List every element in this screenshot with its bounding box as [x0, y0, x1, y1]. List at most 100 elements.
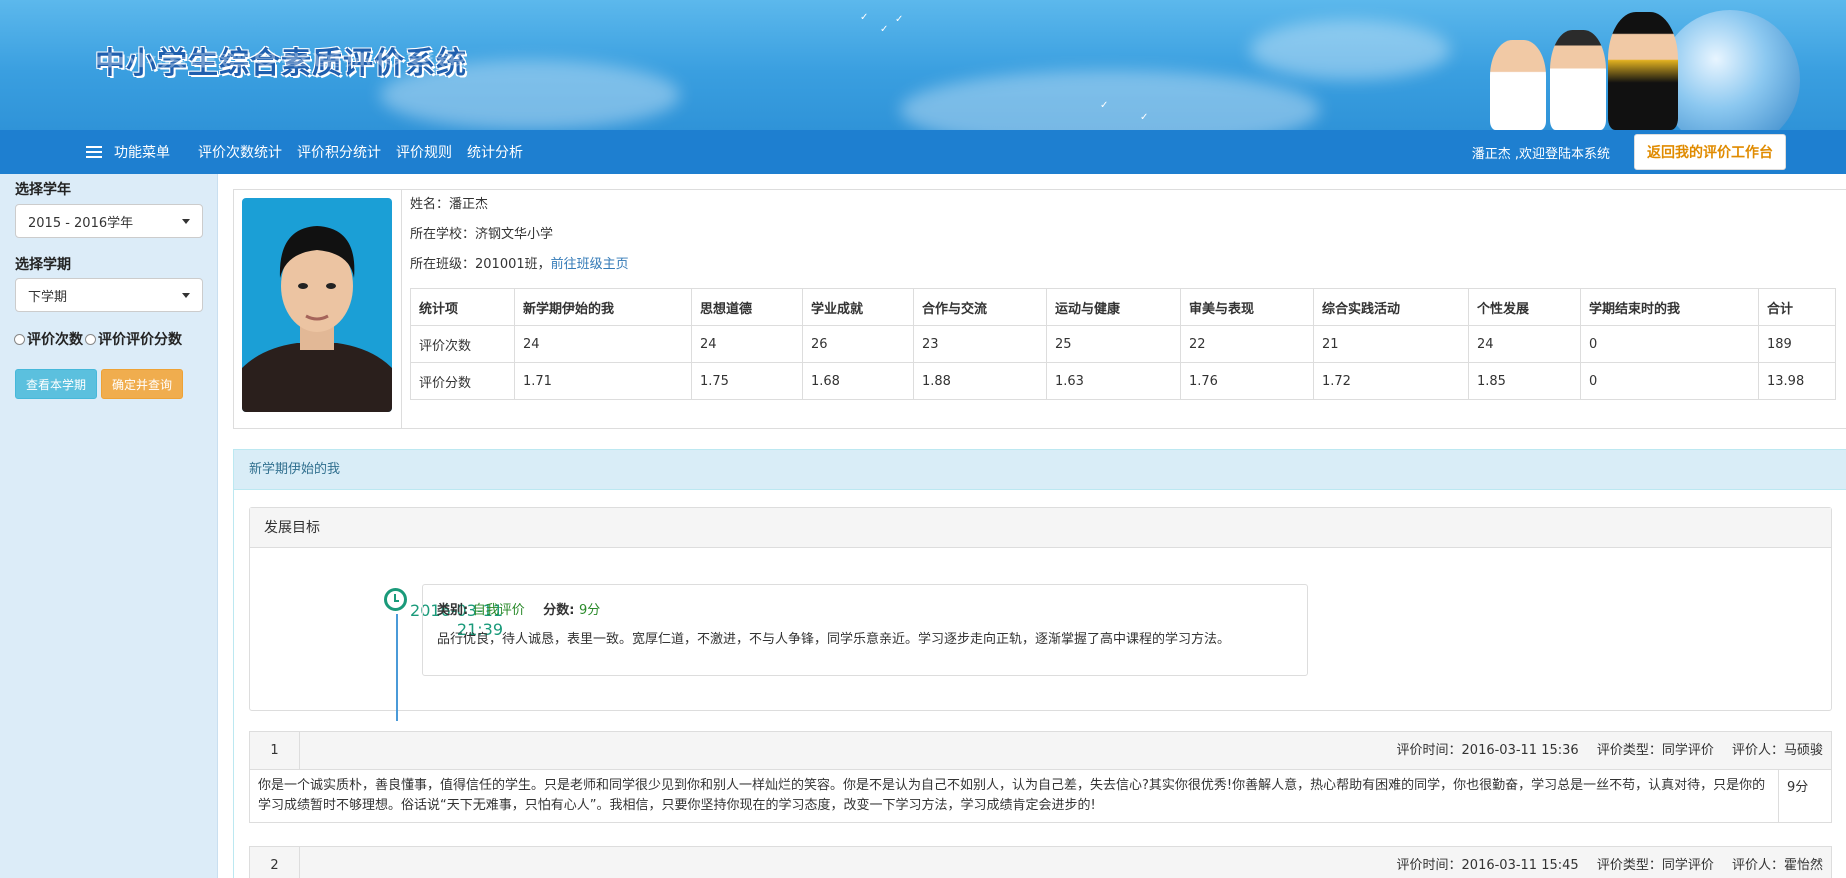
table-header: 学期结束时的我: [1580, 288, 1759, 326]
stat-type-radios: 评价次数 评价评价分数: [14, 329, 182, 349]
radio-score-label: 评价评价分数: [98, 332, 182, 348]
evaluator: 评价人：马硕骏: [1731, 743, 1823, 758]
evaluation-text: 你是一个诚实质朴，善良懂事，值得信任的学生。只是老师和同学很少见到你和别人一样灿…: [250, 770, 1779, 822]
evaluation-header: 1 评价时间：2016-03-11 15:36 评价类型：同学评价 评价人：马硕…: [250, 732, 1831, 770]
goal-title: 发展目标: [250, 508, 1831, 548]
year-select[interactable]: 2015 - 2016学年: [15, 204, 203, 238]
table-header-row: 统计项 新学期伊始的我 思想道德 学业成就 合作与交流 运动与健康 审美与表现 …: [410, 288, 1836, 326]
caret-down-icon: [182, 218, 190, 224]
table-cell: 189: [1758, 325, 1836, 363]
photo-cell: [234, 190, 402, 428]
table-header: 审美与表现: [1180, 288, 1314, 326]
evaluation-body: 你是一个诚实质朴，善良懂事，值得信任的学生。只是老师和同学很少见到你和别人一样灿…: [250, 770, 1831, 822]
radio-count[interactable]: [14, 333, 25, 345]
table-cell: 0: [1580, 362, 1759, 400]
cloud-decoration: [900, 70, 1320, 130]
table-header: 合作与交流: [913, 288, 1047, 326]
timeline-meta: 类别: 自我评价 分数: 9分: [437, 599, 1293, 618]
student-illustration: [1490, 40, 1546, 130]
clock-icon: [384, 588, 407, 611]
student-info: 姓名：潘正杰 所在学校：济钢文华小学 所在班级：201001班，前往班级主页: [410, 190, 629, 280]
welcome-text: 潘正杰 ,欢迎登陆本系统: [1471, 146, 1610, 162]
table-header: 运动与健康: [1046, 288, 1181, 326]
year-select-value: 2015 - 2016学年: [28, 215, 134, 231]
table-cell: 1.88: [913, 362, 1047, 400]
term-select[interactable]: 下学期: [15, 278, 203, 312]
evaluation-meta: 评价时间：2016-03-11 15:45 评价类型：同学评价 评价人：霍怡然: [1383, 847, 1823, 878]
table-cell: 25: [1046, 325, 1181, 363]
menu-toggle[interactable]: 功能菜单: [86, 142, 170, 162]
view-current-term-button[interactable]: 查看本学期: [15, 369, 98, 399]
stats-table: 统计项 新学期伊始的我 思想道德 学业成就 合作与交流 运动与健康 审美与表现 …: [410, 288, 1836, 400]
table-row: 评价次数 24 24 26 23 25 22 21 24 0 189: [410, 325, 1836, 363]
hamburger-icon: [86, 146, 102, 158]
table-header: 新学期伊始的我: [514, 288, 692, 326]
header-banner: ✓ ✓ ✓ ✓ ✓ 中小学生综合素质评价系统 中小学生综合素质评价系统: [0, 0, 1846, 130]
radio-score[interactable]: [85, 333, 96, 345]
table-header: 思想道德: [691, 288, 803, 326]
nav-link-analysis[interactable]: 统计分析: [467, 142, 523, 162]
table-cell: 24: [514, 325, 692, 363]
student-profile: 姓名：潘正杰 所在学校：济钢文华小学 所在班级：201001班，前往班级主页 统…: [233, 189, 1846, 429]
table-row: 评价分数 1.71 1.75 1.68 1.88 1.63 1.76 1.72 …: [410, 362, 1836, 400]
table-cell: 24: [691, 325, 803, 363]
evaluation-header: 2 评价时间：2016-03-11 15:45 评价类型：同学评价 评价人：霍怡…: [250, 847, 1831, 878]
score-value: 9分: [579, 603, 601, 618]
top-navbar: 功能菜单 评价次数统计 评价积分统计 评价规则 统计分析 潘正杰 ,欢迎登陆本系…: [0, 130, 1846, 174]
caret-down-icon: [182, 292, 190, 298]
radio-count-label: 评价次数: [27, 332, 83, 348]
bird-icon: ✓: [1140, 112, 1149, 123]
student-illustration: [1550, 30, 1606, 130]
bird-icon: ✓: [880, 24, 889, 35]
table-cell: 1.85: [1468, 362, 1581, 400]
evaluation-number: 1: [250, 732, 300, 769]
table-cell: 24: [1468, 325, 1581, 363]
goal-panel: 发展目标 2016-03-11 21:39 类别: 自我评价 分数: 9分 品行…: [249, 507, 1832, 721]
table-cell: 13.98: [1758, 362, 1836, 400]
evaluation-type: 评价类型：同学评价: [1596, 743, 1714, 758]
evaluation-number: 2: [250, 847, 300, 878]
class-home-link[interactable]: 前往班级主页: [551, 257, 629, 272]
student-school: 所在学校：济钢文华小学: [410, 227, 554, 242]
globe-illustration: [1660, 10, 1800, 130]
evaluator: 评价人：霍怡然: [1731, 858, 1823, 873]
nav-link-score-stats[interactable]: 评价积分统计: [297, 142, 381, 162]
table-cell: 1.75: [691, 362, 803, 400]
table-cell: 1.68: [802, 362, 914, 400]
bird-icon: ✓: [895, 14, 904, 25]
score-label: 分数:: [543, 603, 575, 618]
bird-icon: ✓: [860, 12, 869, 23]
category-value: 自我评价: [472, 603, 525, 618]
evaluation-meta: 评价时间：2016-03-11 15:36 评价类型：同学评价 评价人：马硕骏: [1383, 732, 1823, 769]
table-cell: 1.76: [1180, 362, 1314, 400]
table-cell: 0: [1580, 325, 1759, 363]
table-header: 综合实践活动: [1313, 288, 1469, 326]
evaluation-item: 1 评价时间：2016-03-11 15:36 评价类型：同学评价 评价人：马硕…: [249, 731, 1832, 823]
confirm-query-button[interactable]: 确定并查询: [101, 369, 184, 399]
year-label: 选择学年: [15, 182, 71, 198]
term-select-value: 下学期: [28, 289, 68, 305]
graduate-illustration: [1608, 12, 1678, 130]
evaluation-type: 评价类型：同学评价: [1596, 858, 1714, 873]
timeline-text: 品行优良，待人诚恳，表里一致。宽厚仁道，不激进，不与人争锋，同学乐意亲近。学习逐…: [437, 632, 1231, 647]
cloud-decoration: [1250, 20, 1450, 80]
evaluation-item: 2 评价时间：2016-03-11 15:45 评价类型：同学评价 评价人：霍怡…: [249, 846, 1832, 878]
table-cell: 1.72: [1313, 362, 1469, 400]
nav-link-rules[interactable]: 评价规则: [396, 142, 452, 162]
table-cell: 21: [1313, 325, 1469, 363]
section-panel: 新学期伊始的我 发展目标 2016-03-11 21:39 类别: 自我评价 分…: [233, 449, 1846, 878]
table-header: 个性发展: [1468, 288, 1581, 326]
timeline-line: [396, 614, 398, 721]
evaluation-time: 评价时间：2016-03-11 15:45: [1396, 858, 1579, 873]
category-label: 类别:: [437, 603, 469, 618]
evaluation-time: 评价时间：2016-03-11 15:36: [1396, 743, 1579, 758]
workbench-button[interactable]: 返回我的评价工作台: [1634, 134, 1786, 170]
nav-link-count-stats[interactable]: 评价次数统计: [198, 142, 282, 162]
timeline-card: 类别: 自我评价 分数: 9分 品行优良，待人诚恳，表里一致。宽厚仁道，不激进，…: [422, 584, 1308, 676]
bird-icon: ✓: [1100, 100, 1109, 111]
class-text: 所在班级：201001班，: [410, 257, 551, 272]
table-cell: 22: [1180, 325, 1314, 363]
evaluation-score: 9分: [1787, 780, 1809, 795]
table-header: 统计项: [410, 288, 515, 326]
table-header: 合计: [1758, 288, 1836, 326]
